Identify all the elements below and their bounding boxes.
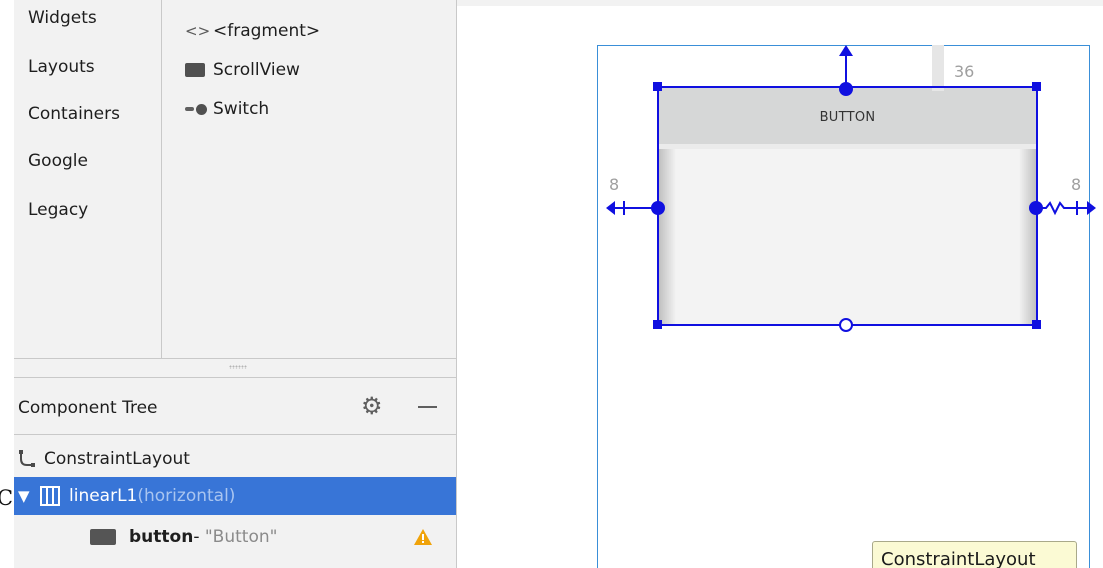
category-legacy[interactable]: Legacy — [28, 200, 88, 220]
left-margin-label: 8 — [609, 175, 620, 194]
constraint-layout-icon — [19, 450, 35, 467]
category-widgets[interactable]: Widgets — [28, 8, 97, 28]
panel-separator[interactable] — [456, 0, 457, 568]
tree-row-constraintlayout[interactable]: ConstraintLayout — [14, 440, 456, 478]
component-tree-header: Component Tree ⚙ — [14, 379, 456, 435]
tree-row-label: button- "Button" — [129, 527, 278, 547]
component-tree-title: Component Tree — [18, 398, 158, 418]
widget-fragment-label: <fragment> — [213, 21, 321, 41]
top-margin-label: 36 — [954, 62, 975, 81]
top-divider — [457, 0, 1103, 6]
widget-fragment[interactable]: <> <fragment> — [185, 19, 320, 43]
linear-layout-icon — [40, 486, 60, 506]
scrollview-icon — [185, 63, 213, 77]
widget-scrollview-label: ScrollView — [213, 60, 300, 80]
button-icon — [90, 529, 116, 545]
widget-switch-label: Switch — [213, 99, 270, 119]
tree-row-label: linearL1(horizontal) — [69, 486, 236, 506]
category-layouts[interactable]: Layouts — [28, 57, 95, 77]
category-containers[interactable]: Containers — [28, 104, 120, 124]
tree-row-button[interactable]: button- "Button" — [14, 518, 456, 556]
button-bar: BUTTON — [658, 87, 1037, 149]
button-widget[interactable]: BUTTON — [658, 87, 1037, 325]
category-google[interactable]: Google — [28, 151, 88, 171]
switch-icon — [185, 103, 213, 115]
cut-off-label: C — [0, 482, 14, 512]
right-margin-label: 8 — [1071, 175, 1082, 194]
tree-row-label: ConstraintLayout — [44, 449, 190, 469]
fragment-icon: <> — [185, 22, 211, 40]
gear-icon[interactable]: ⚙ — [361, 391, 383, 421]
palette-widgets: <> <fragment> ScrollView Switch — [163, 0, 456, 358]
warning-icon[interactable] — [413, 528, 433, 546]
widget-scrollview[interactable]: ScrollView — [185, 58, 300, 82]
expand-arrow-icon[interactable]: ▼ — [18, 487, 30, 505]
button-text: BUTTON — [819, 110, 876, 125]
tree-row-linearl1[interactable]: ▼ linearL1(horizontal) — [14, 477, 456, 515]
widget-switch[interactable]: Switch — [185, 97, 269, 121]
panel-splitter[interactable] — [14, 358, 456, 378]
tooltip: ConstraintLayout — [872, 541, 1077, 568]
palette-categories: Widgets Layouts Containers Google Legacy — [14, 0, 162, 358]
splitter-grip-icon[interactable] — [229, 365, 247, 369]
minimize-icon[interactable] — [418, 406, 437, 408]
